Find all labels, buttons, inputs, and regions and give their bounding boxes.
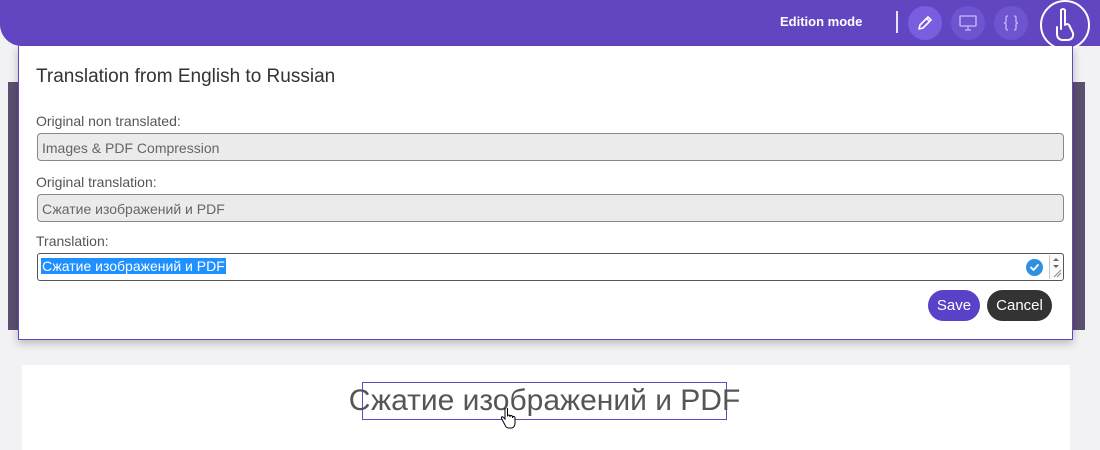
hand-logo-icon xyxy=(1056,8,1075,41)
cancel-button[interactable]: Cancel xyxy=(987,290,1052,321)
check-icon xyxy=(1026,259,1043,276)
edit-mode-button[interactable] xyxy=(908,6,942,40)
pencil-icon xyxy=(918,16,932,30)
editable-heading[interactable]: Сжатие изображений и PDF xyxy=(349,382,740,420)
top-toolbar: Edition mode xyxy=(0,0,1100,46)
dialog-title: Translation from English to Russian xyxy=(36,66,336,87)
original-label: Original non translated: xyxy=(36,113,181,129)
original-field: Images & PDF Compression xyxy=(37,133,1064,161)
original-translation-label: Original translation: xyxy=(36,174,157,190)
translation-dialog: Translation from English to Russian Orig… xyxy=(18,46,1073,340)
preview-mode-button[interactable] xyxy=(951,6,985,40)
textarea-resize-handle[interactable] xyxy=(1049,255,1062,279)
code-mode-button[interactable] xyxy=(994,6,1028,40)
translation-input[interactable]: Сжатие изображений и PDF xyxy=(37,253,1064,281)
monitor-icon xyxy=(959,15,977,31)
translation-label: Translation: xyxy=(36,233,109,249)
toolbar-separator xyxy=(896,11,898,33)
heading-text: Сжатие изображений и PDF xyxy=(348,384,741,417)
save-button[interactable]: Save xyxy=(928,290,980,321)
app-logo-button[interactable] xyxy=(1040,0,1090,50)
braces-icon xyxy=(1003,15,1019,31)
original-value: Images & PDF Compression xyxy=(42,140,220,156)
hand-cursor-icon xyxy=(500,408,516,429)
original-translation-value: Сжатие изображений и PDF xyxy=(42,201,225,217)
original-translation-field: Сжатие изображений и PDF xyxy=(37,194,1064,222)
edition-mode-label: Edition mode xyxy=(780,14,863,29)
translation-value: Сжатие изображений и PDF xyxy=(41,258,226,274)
